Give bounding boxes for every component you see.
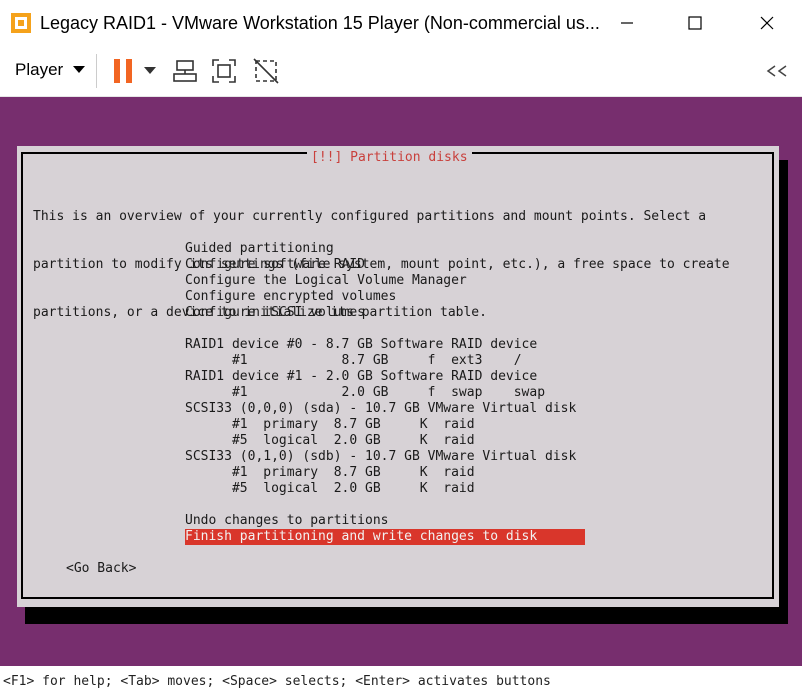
- dialog-title: [!!] Partition disks: [307, 150, 472, 166]
- device-row-raid1-md1[interactable]: RAID1 device #1 - 2.0 GB Software RAID d…: [185, 369, 537, 385]
- partition-row[interactable]: #1 2.0 GB f swap swap: [185, 385, 545, 401]
- toolbar: Player: [0, 46, 802, 97]
- go-back-button[interactable]: <Go Back>: [66, 561, 136, 577]
- collapse-icon: [766, 65, 787, 77]
- player-menu-label: Player: [15, 60, 64, 79]
- pause-button[interactable]: [112, 56, 136, 86]
- partition-row[interactable]: #5 logical 2.0 GB K raid: [185, 481, 475, 497]
- maximize-icon: [688, 16, 702, 30]
- collapse-toolbar-button[interactable]: [764, 56, 790, 86]
- finish-partitioning-item[interactable]: Finish partitioning and write changes to…: [185, 529, 585, 545]
- menu-item-guided-partitioning[interactable]: Guided partitioning: [185, 241, 334, 257]
- power-dropdown-button[interactable]: [144, 56, 156, 86]
- window-title: Legacy RAID1 - VMware Workstation 15 Pla…: [40, 13, 600, 33]
- device-row-raid1-md0[interactable]: RAID1 device #0 - 8.7 GB Software RAID d…: [185, 337, 537, 353]
- toolbar-divider: [96, 54, 97, 88]
- title-bar: Legacy RAID1 - VMware Workstation 15 Pla…: [0, 0, 802, 46]
- pause-icon: [114, 59, 132, 83]
- close-icon: [760, 16, 774, 30]
- device-row-sda[interactable]: SCSI33 (0,0,0) (sda) - 10.7 GB VMware Vi…: [185, 401, 576, 417]
- menu-item-configure-raid[interactable]: Configure software RAID: [185, 257, 365, 273]
- intro-text: This is an overview of your currently co…: [33, 177, 730, 353]
- intro-line: partition to modify its settings (file s…: [33, 257, 730, 272]
- player-menu[interactable]: Player: [15, 60, 86, 80]
- undo-changes-item[interactable]: Undo changes to partitions: [185, 513, 389, 529]
- send-ctrl-alt-del-button[interactable]: [172, 56, 198, 86]
- vmware-app-icon: [11, 13, 31, 33]
- partition-row[interactable]: #1 8.7 GB f ext3 /: [185, 353, 522, 369]
- minimize-button[interactable]: [604, 0, 650, 46]
- menu-item-configure-iscsi[interactable]: Configure iSCSI volumes: [185, 305, 365, 321]
- close-button[interactable]: [744, 0, 790, 46]
- partition-dialog: [!!] Partition disks This is an overview…: [17, 146, 779, 607]
- fullscreen-button[interactable]: [211, 56, 237, 86]
- send-ctrl-alt-del-icon: [173, 60, 197, 82]
- intro-line: This is an overview of your currently co…: [33, 209, 707, 224]
- help-text: <F1> for help; <Tab> moves; <Space> sele…: [3, 674, 551, 689]
- partition-row[interactable]: #1 primary 8.7 GB K raid: [185, 465, 475, 481]
- partition-row[interactable]: #5 logical 2.0 GB K raid: [185, 433, 475, 449]
- partition-row[interactable]: #1 primary 8.7 GB K raid: [185, 417, 475, 433]
- minimize-icon: [621, 22, 633, 24]
- chevron-down-icon: [73, 66, 86, 73]
- intro-line: partitions, or a device to initialize it…: [33, 305, 487, 320]
- installer-help-bar: <F1> for help; <Tab> moves; <Space> sele…: [0, 666, 802, 697]
- device-row-sdb[interactable]: SCSI33 (0,1,0) (sdb) - 10.7 GB VMware Vi…: [185, 449, 576, 465]
- unity-button[interactable]: [252, 56, 280, 86]
- fullscreen-icon: [212, 59, 236, 83]
- unity-icon: [253, 58, 279, 84]
- maximize-button[interactable]: [672, 0, 718, 46]
- menu-item-configure-encrypted[interactable]: Configure encrypted volumes: [185, 289, 396, 305]
- dropdown-icon: [144, 67, 156, 74]
- menu-item-configure-lvm[interactable]: Configure the Logical Volume Manager: [185, 273, 467, 289]
